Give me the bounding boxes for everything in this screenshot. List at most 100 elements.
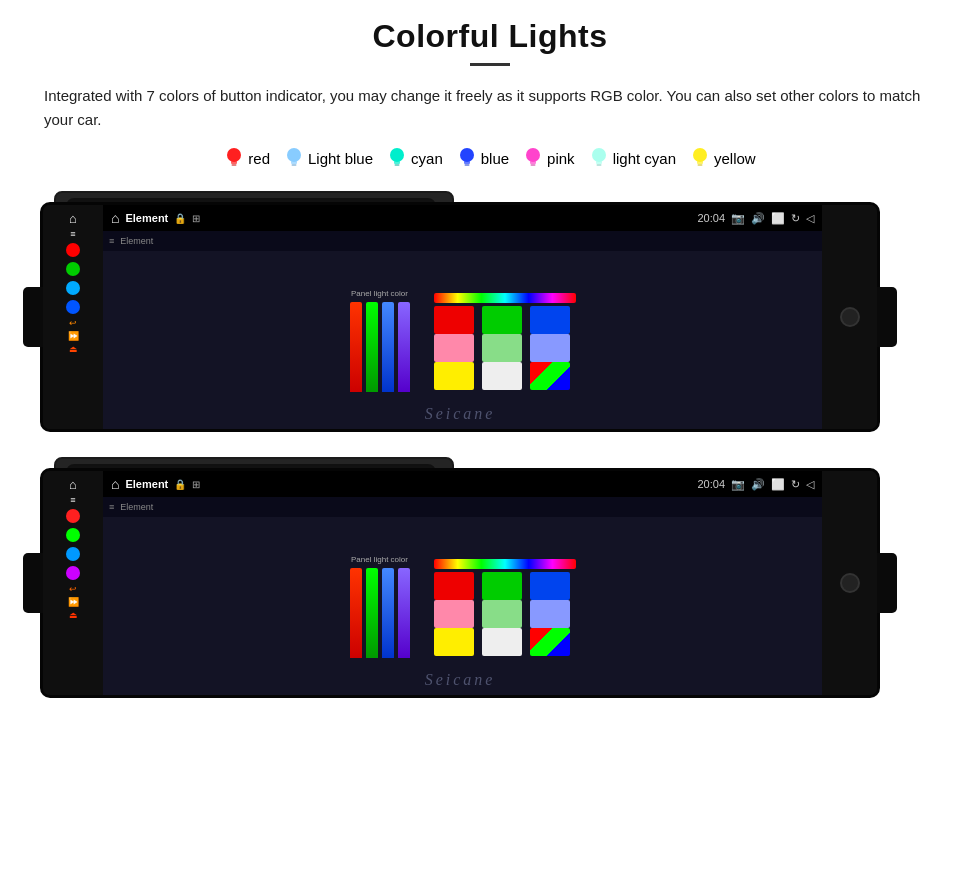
back-icon-2: ↩ [69, 584, 77, 594]
svg-rect-20 [698, 164, 703, 166]
topbar-back-icon: ◁ [806, 212, 814, 225]
color-label-pink: pink [523, 146, 575, 170]
svg-rect-11 [464, 164, 469, 166]
device-screen-2: ⌂ Element 🔒 ⊞ 20:04 📷 🔊 ⬜ ↻ ◁ ≡ Ele [103, 471, 822, 695]
red-label: red [248, 150, 270, 167]
topbar-1: ⌂ Element 🔒 ⊞ 20:04 📷 🔊 ⬜ ↻ ◁ [103, 205, 822, 231]
topbar-grid-icon-2: ⊞ [192, 479, 200, 490]
cell-pink-2 [434, 600, 474, 628]
device-section-2: ⌂ ≡ ↩ ⏩ ⏏ ⌂ Element 🔒 ⊞ 20:04 [40, 450, 940, 708]
cell-yellow-1 [434, 362, 474, 390]
cell-yellow-2 [434, 628, 474, 656]
header: Colorful Lights [0, 0, 980, 84]
color-label-yellow: yellow [690, 146, 756, 170]
svg-point-15 [592, 148, 606, 162]
bar-blue-1 [382, 302, 394, 392]
color-label-blue: blue [457, 146, 509, 170]
color-label-lightcyan: light cyan [589, 146, 676, 170]
cell-rgb-1 [530, 362, 570, 390]
subbar-element-label-2: Element [120, 502, 153, 512]
bar-violet-1 [398, 302, 410, 392]
color-grid-section-2 [434, 559, 576, 654]
cell-white-1 [482, 362, 522, 390]
subbar-1: ≡ Element [103, 231, 822, 251]
cyan-label: cyan [411, 150, 443, 167]
lightcyan-bulb-icon [589, 146, 609, 170]
main-device-1: ⌂ ≡ ↩ ⏩ ⏏ ⌂ Element 🔒 ⊞ 20:04 [40, 202, 880, 432]
dot-green-1 [66, 262, 80, 276]
pink-label: pink [547, 150, 575, 167]
lightblue-bulb-icon [284, 146, 304, 170]
color-labels-row: red Light blue cyan [0, 142, 980, 184]
topbar-grid-icon: ⊞ [192, 213, 200, 224]
color-bars-section-2: Panel light color [350, 555, 410, 658]
cell-lightgreen-1 [482, 334, 522, 362]
bar-green-2 [366, 568, 378, 658]
bars-row-1 [350, 302, 410, 392]
svg-rect-10 [464, 161, 470, 164]
topbar-vol-icon: 🔊 [751, 212, 765, 225]
svg-rect-8 [395, 164, 400, 166]
bars-row-2 [350, 568, 410, 658]
topbar-icons-2: 20:04 📷 🔊 ⬜ ↻ ◁ [697, 478, 814, 491]
topbar-cam-icon-2: 📷 [731, 478, 745, 491]
cell-lightgreen-2 [482, 600, 522, 628]
mount-circle-1 [840, 307, 860, 327]
device-right-1 [822, 205, 877, 429]
dot-red-1 [66, 243, 80, 257]
blue-bulb-icon [457, 146, 477, 170]
screen-content-2: Panel light color [103, 517, 822, 695]
eject-icon-1: ⏏ [69, 344, 78, 354]
topbar-cam-icon: 📷 [731, 212, 745, 225]
panel-light-label-1: Panel light color [351, 289, 408, 298]
topbar-element-2: Element [125, 478, 168, 490]
pink-bulb-icon [523, 146, 543, 170]
topbar-disp-icon: ⬜ [771, 212, 785, 225]
eject-icon-2: ⏏ [69, 610, 78, 620]
device-section-1: ⌂ ≡ ↩ ⏩ ⏏ ⌂ Element 🔒 ⊞ 20:04 [40, 184, 940, 442]
svg-point-6 [390, 148, 404, 162]
svg-rect-14 [531, 164, 536, 166]
svg-point-0 [227, 148, 241, 162]
color-grid-1 [434, 306, 576, 388]
mount-circle-2 [840, 573, 860, 593]
svg-point-3 [287, 148, 301, 162]
device-right-2 [822, 471, 877, 695]
svg-rect-7 [394, 161, 400, 164]
svg-point-18 [693, 148, 707, 162]
topbar-time-1: 20:04 [697, 212, 725, 225]
topbar-rot-icon: ↻ [791, 212, 800, 225]
topbar-icons-1: 20:04 📷 🔊 ⬜ ↻ ◁ [697, 212, 814, 225]
svg-rect-13 [530, 161, 536, 164]
device-screen-1: ⌂ Element 🔒 ⊞ 20:04 📷 🔊 ⬜ ↻ ◁ ≡ Ele [103, 205, 822, 429]
subbar-menu-icon-2: ≡ [109, 502, 114, 512]
home-icon-2: ⌂ [69, 477, 77, 492]
device-ear-left-2 [23, 553, 43, 613]
blue-label: blue [481, 150, 509, 167]
header-divider [470, 63, 510, 66]
color-label-lightblue: Light blue [284, 146, 373, 170]
color-grid-2 [434, 572, 576, 654]
topbar-lock-icon: 🔒 [174, 213, 186, 224]
dot-darkblue-1 [66, 300, 80, 314]
screen-content-1: Panel light color [103, 251, 822, 429]
dot-blue-1 [66, 281, 80, 295]
yellow-label: yellow [714, 150, 756, 167]
cell-red-1 [434, 306, 474, 334]
device-ear-right-1 [877, 287, 897, 347]
page-container: Colorful Lights Integrated with 7 colors… [0, 0, 980, 892]
topbar-home-icon-2: ⌂ [111, 476, 119, 492]
topbar-disp-icon-2: ⬜ [771, 478, 785, 491]
color-label-red: red [224, 146, 270, 170]
svg-rect-19 [697, 161, 703, 164]
cell-white-2 [482, 628, 522, 656]
cell-periwinkle-2 [530, 600, 570, 628]
bar-red-1 [350, 302, 362, 392]
cell-red-2 [434, 572, 474, 600]
topbar-element-1: Element [125, 212, 168, 224]
topbar-2: ⌂ Element 🔒 ⊞ 20:04 📷 🔊 ⬜ ↻ ◁ [103, 471, 822, 497]
svg-point-9 [460, 148, 474, 162]
topbar-lock-icon-2: 🔒 [174, 479, 186, 490]
cell-periwinkle-1 [530, 334, 570, 362]
yellow-bulb-icon [690, 146, 710, 170]
